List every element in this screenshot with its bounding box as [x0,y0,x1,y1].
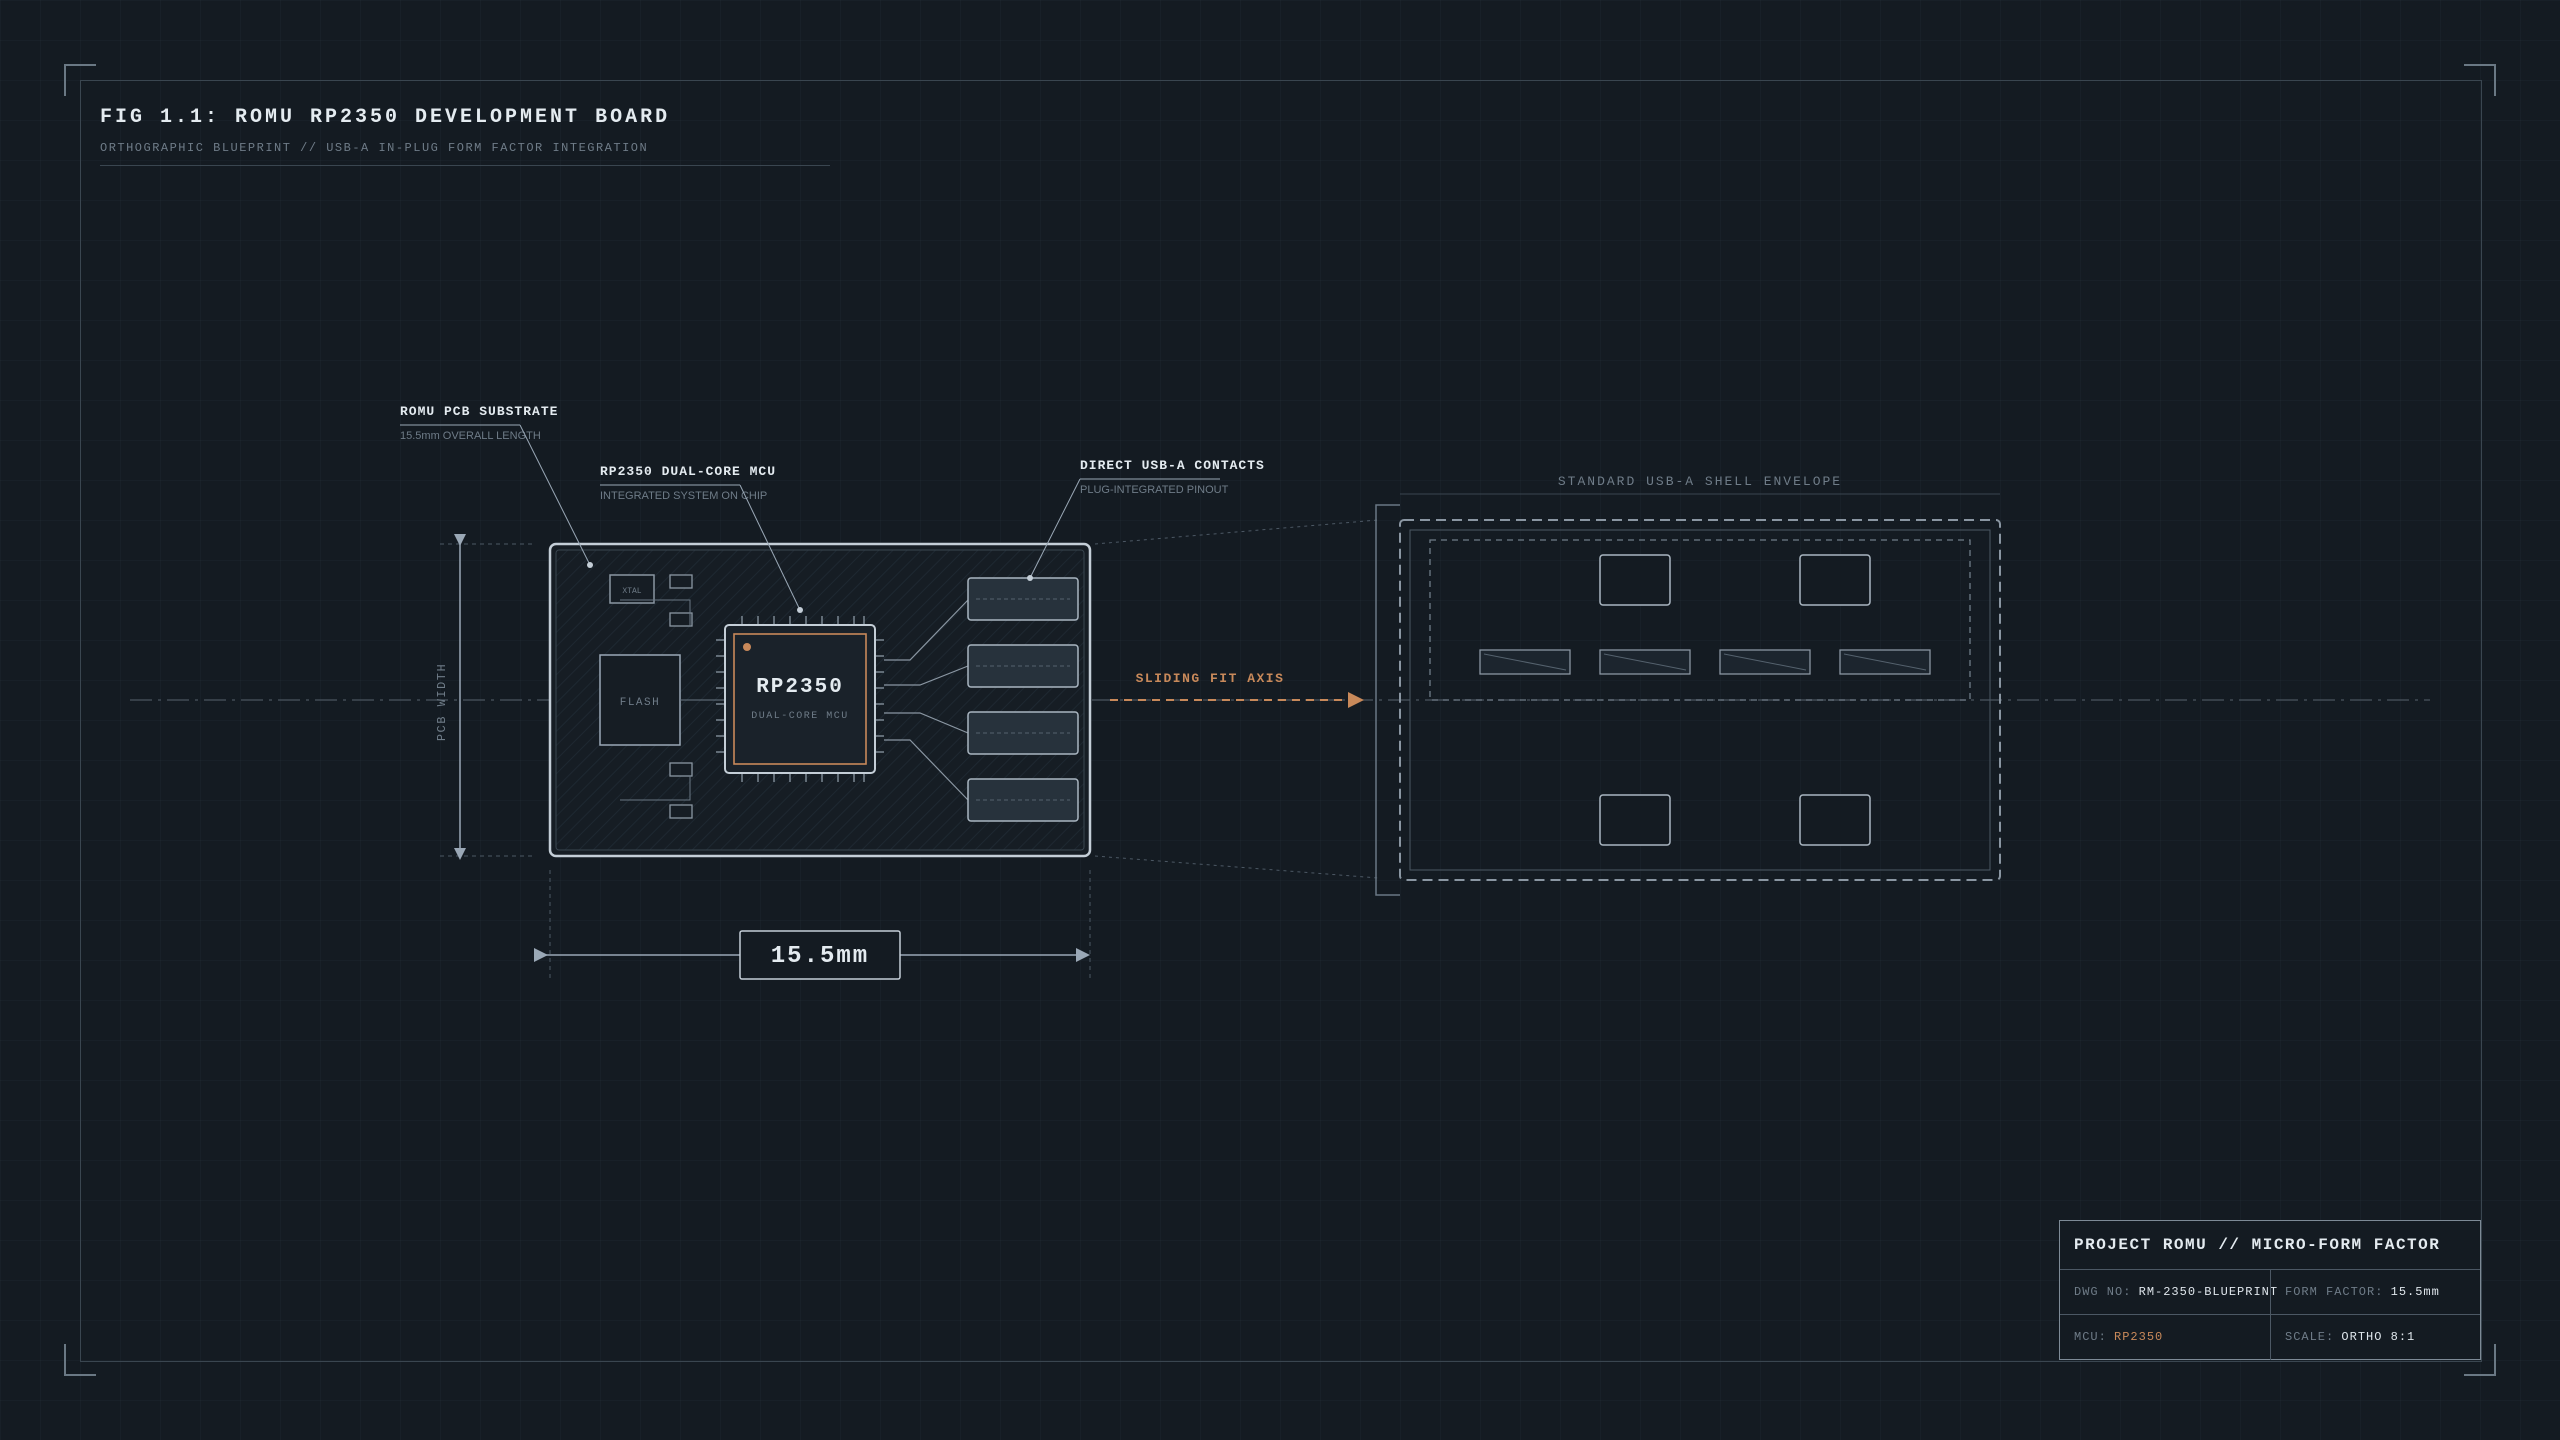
pcb-width-dimension: PCB WIDTH [435,534,535,860]
drawing-number-key: DWG NO: [2074,1285,2132,1299]
pcb-width-label: PCB WIDTH [435,663,449,741]
callout-contacts-title: DIRECT USB-A CONTACTS [1080,458,1265,473]
callout-pcb-title: ROMU PCB SUBSTRATE [400,404,558,419]
chip-name: RP2350 [756,676,844,699]
title-block: PROJECT ROMU // MICRO-FORM FACTOR DWG NO… [2059,1220,2481,1360]
drawing-number-cell: DWG NO: RM-2350-BLUEPRINT [2060,1270,2277,1314]
mcu-value: RP2350 [2114,1330,2164,1344]
form-factor-key: FORM FACTOR: [2285,1285,2384,1299]
form-factor-cell: FORM FACTOR: 15.5mm [2270,1270,2480,1314]
sliding-fit-axis: SLIDING FIT AXIS [1110,671,1364,708]
drawing-number-value: RM-2350-BLUEPRINT [2138,1285,2279,1299]
callout-contacts-subtitle: PLUG-INTEGRATED PINOUT [1080,484,1229,496]
mcu-key: MCU: [2074,1330,2107,1344]
rp2350-chip: RP2350 DUAL-CORE MCU [716,616,884,782]
title-block-row: MCU: RP2350 SCALE: ORTHO 8:1 [2060,1315,2480,1360]
length-value: 15.5mm [771,943,869,970]
title-block-row: DWG NO: RM-2350-BLUEPRINT FORM FACTOR: 1… [2060,1270,2480,1315]
flash-label: FLASH [620,697,661,709]
sliding-fit-label: SLIDING FIT AXIS [1136,671,1285,686]
length-dimension: 15.5mm [534,870,1091,980]
callout-mcu-title: RP2350 DUAL-CORE MCU [600,464,776,479]
usb-a-shell-envelope: STANDARD USB-A SHELL ENVELOPE [1375,474,2001,896]
callout-pcb-subtitle: 15.5mm OVERALL LENGTH [400,430,541,442]
scale-key: SCALE: [2285,1330,2335,1344]
title-block-heading: PROJECT ROMU // MICRO-FORM FACTOR [2060,1221,2480,1270]
pcb-board: XTAL FLASH RP2350 DUAL-CORE MCU [548,542,1092,858]
scale-value: ORTHO 8:1 [2341,1330,2416,1344]
scale-cell: SCALE: ORTHO 8:1 [2270,1315,2480,1360]
chip-description: DUAL-CORE MCU [751,711,849,722]
mcu-cell: MCU: RP2350 [2060,1315,2270,1360]
callout-mcu-subtitle: INTEGRATED SYSTEM ON CHIP [600,490,767,502]
shell-label: STANDARD USB-A SHELL ENVELOPE [1558,474,1842,489]
form-factor-value: 15.5mm [2390,1285,2440,1299]
xtal-label: XTAL [622,587,641,596]
